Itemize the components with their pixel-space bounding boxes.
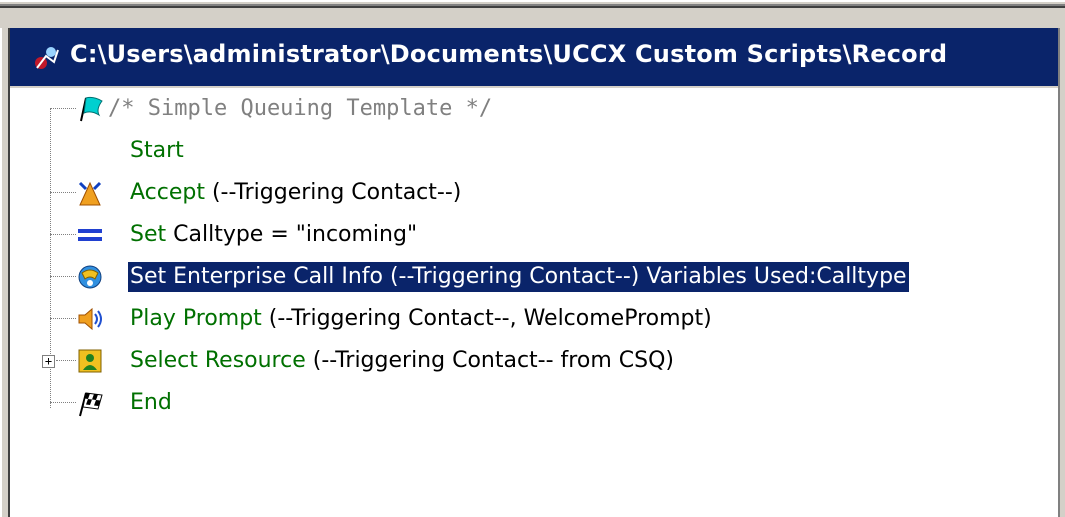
flag-icon [80, 96, 103, 122]
tree-row-accept[interactable]: Accept (--Triggering Contact--) [10, 172, 1058, 214]
step-args: (--Triggering Contact--) Variables Used:… [382, 264, 907, 289]
script-tree[interactable]: /* Simple Queuing Template */ Start Acce… [10, 88, 1058, 517]
step-keyword: Set [130, 222, 167, 247]
tree-row-end[interactable]: End [10, 382, 1058, 424]
tree-row-comment[interactable]: /* Simple Queuing Template */ [10, 88, 1058, 130]
step-args: (--Triggering Contact--) [204, 180, 462, 205]
tree-row-select-resource[interactable]: + Select Resource (--Triggering Contact-… [10, 340, 1058, 382]
expand-toggle-icon[interactable]: + [42, 355, 55, 368]
checkered-flag-icon [79, 392, 103, 417]
step-keyword: End [130, 390, 172, 415]
accept-icon [78, 181, 102, 206]
set-icon [78, 229, 102, 241]
step-keyword: Play Prompt [130, 306, 262, 331]
comment-text: /* Simple Queuing Template */ [108, 96, 493, 121]
tree-row-set[interactable]: Set Calltype = "incoming" [10, 214, 1058, 256]
step-keyword: Select Resource [130, 348, 306, 373]
speaker-icon [78, 307, 102, 331]
window-titlebar[interactable]: C:\Users\administrator\Documents\UCCX Cu… [10, 28, 1058, 88]
tree-row-start[interactable]: Start [10, 130, 1058, 172]
window-title: C:\Users\administrator\Documents\UCCX Cu… [70, 40, 948, 68]
step-args: (--Triggering Contact--, WelcomePrompt) [261, 306, 712, 331]
tree-row-set-enterprise-call-info[interactable]: Set Enterprise Call Info (--Triggering C… [10, 256, 1058, 298]
tree-row-play-prompt[interactable]: Play Prompt (--Triggering Contact--, Wel… [10, 298, 1058, 340]
agent-icon [78, 349, 102, 373]
enterprise-call-info-icon [78, 265, 102, 289]
step-args: (--Triggering Contact-- from CSQ) [305, 348, 674, 373]
script-icon [35, 47, 59, 69]
app-frame-top [0, 0, 1065, 28]
step-keyword: Start [130, 138, 184, 163]
window-frame-right [1058, 28, 1065, 517]
step-args: Calltype = "incoming" [166, 222, 418, 247]
step-keyword: Accept [130, 180, 205, 205]
step-keyword: Set Enterprise Call Info [130, 264, 383, 289]
window-frame-left [0, 28, 10, 517]
